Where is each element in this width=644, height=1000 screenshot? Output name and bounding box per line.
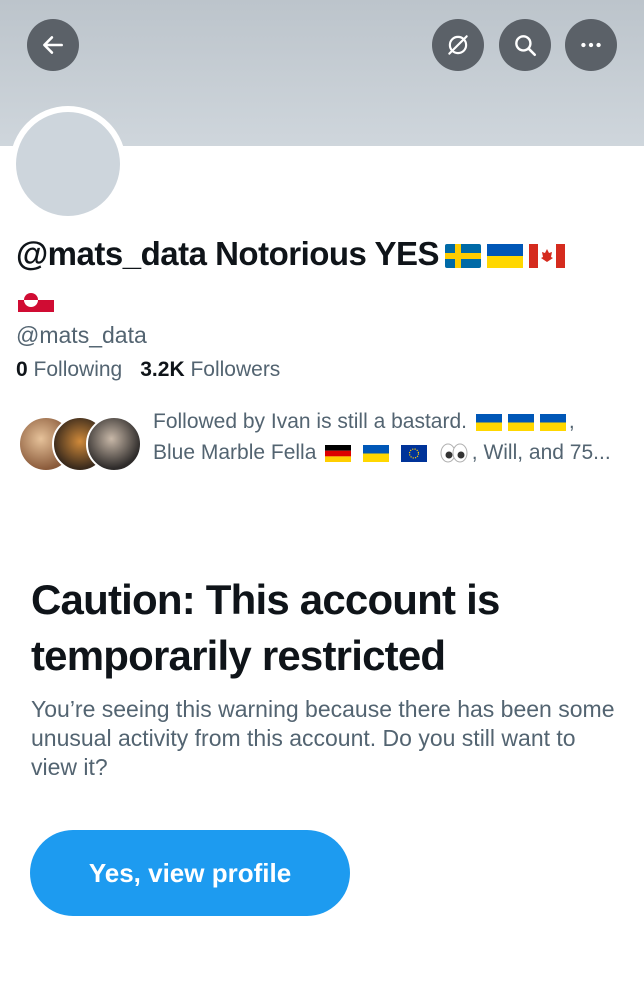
flag-eu-icon (400, 444, 427, 462)
flag-canada-icon (529, 244, 566, 269)
flag-ukraine-icon (363, 444, 390, 462)
flag-sweden-icon (445, 244, 482, 269)
more-horizontal-icon (578, 32, 604, 58)
profile-handle: @mats_data (16, 322, 147, 348)
search-icon (512, 32, 538, 58)
followed-by-separator: , (568, 410, 575, 433)
followed-by-prefix: Followed by Ivan is still a bastard. (153, 410, 467, 433)
followed-by-suffix: , Will, and 75... (471, 441, 611, 464)
avatar[interactable] (16, 112, 120, 216)
followers-label: Followers (190, 358, 281, 381)
following-count: 0 (16, 358, 28, 381)
followed-by-avatars[interactable] (18, 416, 142, 472)
followers-count: 3.2K (140, 358, 185, 381)
translate-icon (445, 32, 471, 58)
more-button[interactable] (565, 19, 617, 71)
flag-germany-icon (325, 444, 352, 462)
caution-title: Caution: This account is temporarily res… (31, 576, 500, 679)
followed-by-text[interactable]: Followed by Ivan is still a bastard. , B… (153, 406, 623, 468)
flag-ukraine-icon (507, 413, 534, 431)
profile-stats: 0 Following 3.2K Followers (16, 358, 280, 382)
display-name-text: @mats_data Notorious YES (16, 235, 440, 272)
following-stat[interactable]: 0 Following (16, 358, 122, 382)
followed-by-name2: Blue Marble Fella (153, 441, 317, 464)
flag-greenland-icon (18, 288, 54, 313)
follower-avatar (86, 416, 142, 472)
view-profile-button[interactable]: Yes, view profile (30, 830, 350, 916)
eyes-emoji-icon (439, 443, 469, 463)
flag-ukraine-icon (487, 244, 524, 269)
followers-stat[interactable]: 3.2K Followers (140, 358, 280, 382)
display-name: @mats_data Notorious YES (16, 232, 626, 320)
following-label: Following (33, 358, 123, 381)
caution-body: You’re seeing this warning because there… (31, 696, 615, 780)
search-button[interactable] (499, 19, 551, 71)
arrow-left-icon (40, 32, 66, 58)
translate-button[interactable] (432, 19, 484, 71)
flag-ukraine-icon (475, 413, 502, 431)
back-button[interactable] (27, 19, 79, 71)
flag-ukraine-icon (539, 413, 566, 431)
